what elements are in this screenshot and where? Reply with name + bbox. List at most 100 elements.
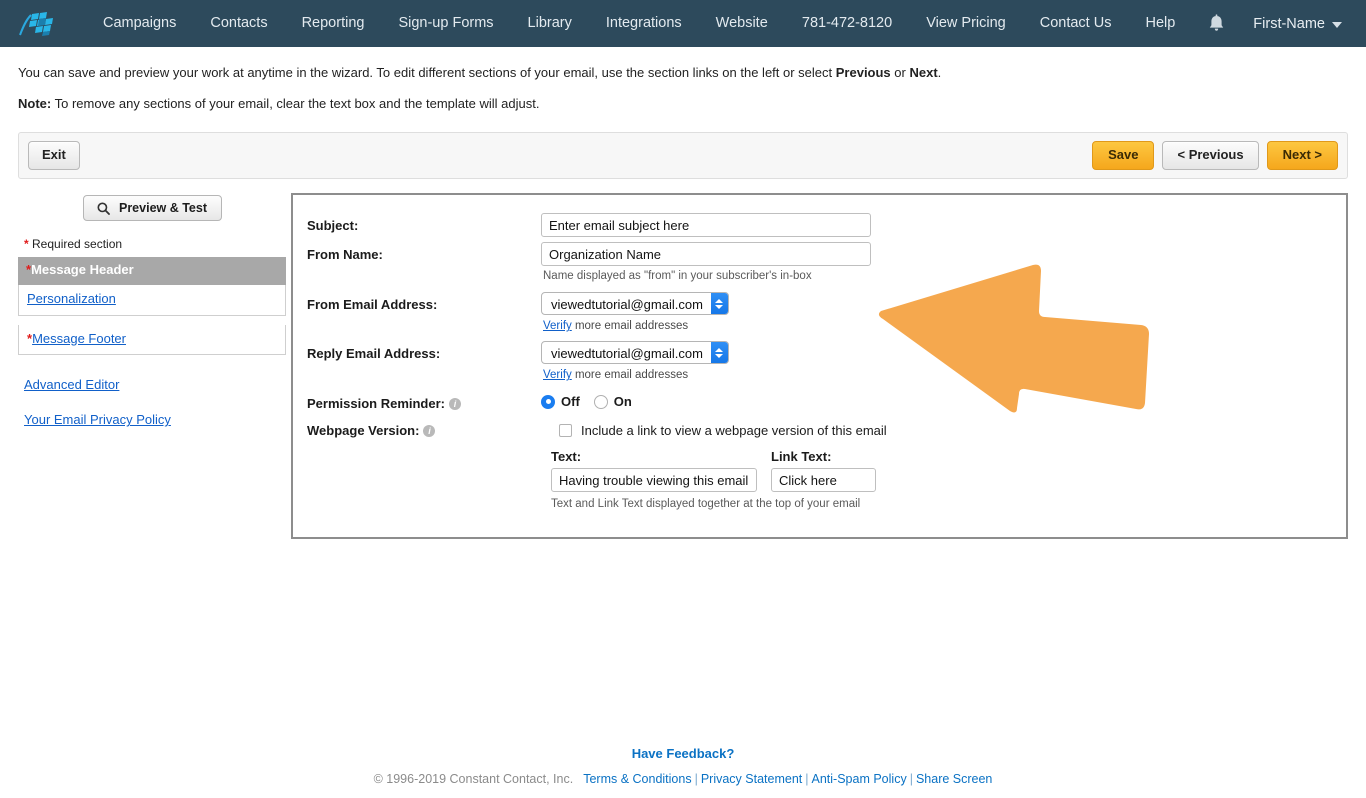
previous-button[interactable]: < Previous xyxy=(1162,141,1259,171)
from-email-control: viewedtutorial@gmail.com Verify more ema… xyxy=(541,292,1346,332)
next-button[interactable]: Next > xyxy=(1266,141,1338,171)
from-name-control: Name displayed as "from" in your subscri… xyxy=(541,242,1346,282)
toolbar-right-group: Save < Previous Next > xyxy=(1092,141,1338,171)
chevron-up-icon xyxy=(715,298,724,303)
nav-item-contacts[interactable]: Contacts xyxy=(193,0,284,47)
reply-email-label: Reply Email Address: xyxy=(307,346,441,362)
wizard-action-toolbar: Exit Save < Previous Next > xyxy=(18,132,1348,180)
brand-logo[interactable] xyxy=(14,9,60,39)
chevron-up-icon xyxy=(715,347,724,352)
note-text: To remove any sections of your email, cl… xyxy=(51,96,540,112)
webpage-version-subfields: Text: Link Text: xyxy=(541,438,1346,493)
share-screen-link[interactable]: Share Screen xyxy=(916,772,992,786)
preview-and-test-label: Preview & Test xyxy=(118,201,207,216)
sidebar-item-message-header[interactable]: *Message Header xyxy=(18,257,286,285)
from-name-hint: Name displayed as "from" in your subscri… xyxy=(543,270,812,283)
webpage-version-control: Include a link to view a webpage version… xyxy=(541,418,1346,510)
reply-email-select[interactable]: viewedtutorial@gmail.com xyxy=(541,341,729,365)
sidebar-item-personalization-label[interactable]: Personalization xyxy=(27,291,116,306)
anti-spam-policy-link[interactable]: Anti-Spam Policy xyxy=(812,772,907,786)
webpage-version-label: Webpage Version: xyxy=(307,423,420,439)
footer-separator-3: | xyxy=(909,772,913,786)
instructions-block: You can save and preview your work at an… xyxy=(0,47,1366,114)
permission-reminder-control: Off On xyxy=(541,391,1346,411)
nav-item-website[interactable]: Website xyxy=(699,0,785,47)
nav-item-signup-forms[interactable]: Sign-up Forms xyxy=(381,0,510,47)
permission-reminder-option-off[interactable]: Off xyxy=(541,394,580,409)
instructions-text-e: . xyxy=(937,65,942,80)
nav-item-help[interactable]: Help xyxy=(1128,0,1192,47)
required-section-label: Required section xyxy=(28,237,123,252)
notification-bell-button[interactable] xyxy=(1192,14,1241,33)
nav-item-integrations[interactable]: Integrations xyxy=(589,0,699,47)
nav-item-phone-number[interactable]: 781-472-8120 xyxy=(785,0,909,47)
permission-reminder-option-on[interactable]: On xyxy=(593,394,632,410)
subject-input[interactable] xyxy=(541,213,871,238)
notification-bell-icon xyxy=(1210,14,1224,31)
from-email-stepper[interactable] xyxy=(710,293,728,315)
advanced-editor-link[interactable]: Advanced Editor xyxy=(24,377,286,392)
webpage-version-row: Webpage Version: i Include a link to vie… xyxy=(293,418,1346,510)
webpage-version-label-wrap: Webpage Version: i xyxy=(293,418,541,510)
checkered-flag-logo-icon xyxy=(19,11,53,36)
webpage-version-text-field-group: Text: xyxy=(551,449,757,493)
webpage-version-info-icon[interactable]: i xyxy=(423,425,436,438)
terms-and-conditions-link[interactable]: Terms & Conditions xyxy=(583,772,691,786)
email-settings-panel: Subject: From Name: Name displayed as "f… xyxy=(291,193,1348,540)
subject-row: Subject: xyxy=(293,213,1346,238)
exit-button[interactable]: Exit xyxy=(28,141,80,171)
permission-reminder-label-wrap: Permission Reminder: i xyxy=(293,391,541,411)
reply-email-verify-link[interactable]: Verify xyxy=(543,369,572,381)
sidebar: Preview & Test * Required section *Messa… xyxy=(18,193,286,447)
have-feedback-link[interactable]: Have Feedback? xyxy=(632,746,735,761)
nav-item-library[interactable]: Library xyxy=(511,0,589,47)
footer-separator-2: | xyxy=(805,772,809,786)
instructions-text-a: You can save and preview your work at an… xyxy=(18,65,836,80)
reply-email-selected-value: viewedtutorial@gmail.com xyxy=(551,346,703,362)
radio-on[interactable] xyxy=(593,394,608,409)
user-menu-button[interactable]: First-Name xyxy=(1241,16,1350,32)
nav-item-contact-us[interactable]: Contact Us xyxy=(1023,0,1129,47)
sidebar-links: Advanced Editor Your Email Privacy Polic… xyxy=(24,377,286,427)
from-email-verify-link[interactable]: Verify xyxy=(543,320,572,332)
wizard-body: Preview & Test * Required section *Messa… xyxy=(0,179,1366,540)
radio-off[interactable] xyxy=(541,394,555,409)
user-menu-label: First-Name xyxy=(1253,15,1325,32)
nav-item-reporting[interactable]: Reporting xyxy=(285,0,382,47)
sidebar-item-message-footer[interactable]: *Message Footer xyxy=(18,324,286,356)
permission-reminder-on-label: On xyxy=(613,394,632,410)
email-privacy-policy-link[interactable]: Your Email Privacy Policy xyxy=(24,412,286,427)
webpage-version-text-label: Text: xyxy=(551,449,582,465)
instructions-previous-emphasis: Previous xyxy=(835,65,891,80)
nav-item-campaigns[interactable]: Campaigns xyxy=(86,0,193,47)
from-email-selected-value: viewedtutorial@gmail.com xyxy=(551,297,703,313)
reply-email-control: viewedtutorial@gmail.com Verify more ema… xyxy=(541,341,1346,381)
from-name-row: From Name: Name displayed as "from" in y… xyxy=(293,242,1346,282)
webpage-version-checkbox[interactable] xyxy=(559,424,572,438)
sidebar-item-message-footer-label[interactable]: Message Footer xyxy=(32,331,126,346)
required-section-note: * Required section xyxy=(24,237,286,251)
webpage-version-link-text-input[interactable] xyxy=(771,468,876,493)
privacy-statement-link[interactable]: Privacy Statement xyxy=(701,772,802,786)
sidebar-item-message-header-label: Message Header xyxy=(31,262,134,278)
webpage-version-text-input[interactable] xyxy=(551,468,757,493)
page-footer: Have Feedback? © 1996-2019 Constant Cont… xyxy=(0,746,1366,786)
from-email-select[interactable]: viewedtutorial@gmail.com xyxy=(541,292,729,316)
permission-reminder-info-icon[interactable]: i xyxy=(449,398,461,411)
permission-reminder-row: Permission Reminder: i Off On xyxy=(293,391,1346,411)
webpage-version-checkbox-label: Include a link to view a webpage version… xyxy=(581,423,887,439)
instructions-next-emphasis: Next xyxy=(909,65,938,80)
save-button[interactable]: Save xyxy=(1092,141,1155,171)
subject-control xyxy=(541,213,1346,238)
preview-and-test-button[interactable]: Preview & Test xyxy=(82,195,222,222)
from-name-input[interactable] xyxy=(541,242,871,267)
webpage-version-checkbox-row[interactable]: Include a link to view a webpage version… xyxy=(541,418,1346,438)
primary-nav-items: Campaigns Contacts Reporting Sign-up For… xyxy=(86,0,785,47)
top-navigation-bar: Campaigns Contacts Reporting Sign-up For… xyxy=(0,0,1366,47)
permission-reminder-label: Permission Reminder: xyxy=(307,396,445,412)
reply-email-stepper[interactable] xyxy=(710,342,728,364)
sidebar-item-personalization[interactable]: Personalization xyxy=(18,284,286,316)
nav-item-view-pricing[interactable]: View Pricing xyxy=(909,0,1023,47)
reply-email-row: Reply Email Address: viewedtutorial@gmai… xyxy=(293,341,1346,381)
